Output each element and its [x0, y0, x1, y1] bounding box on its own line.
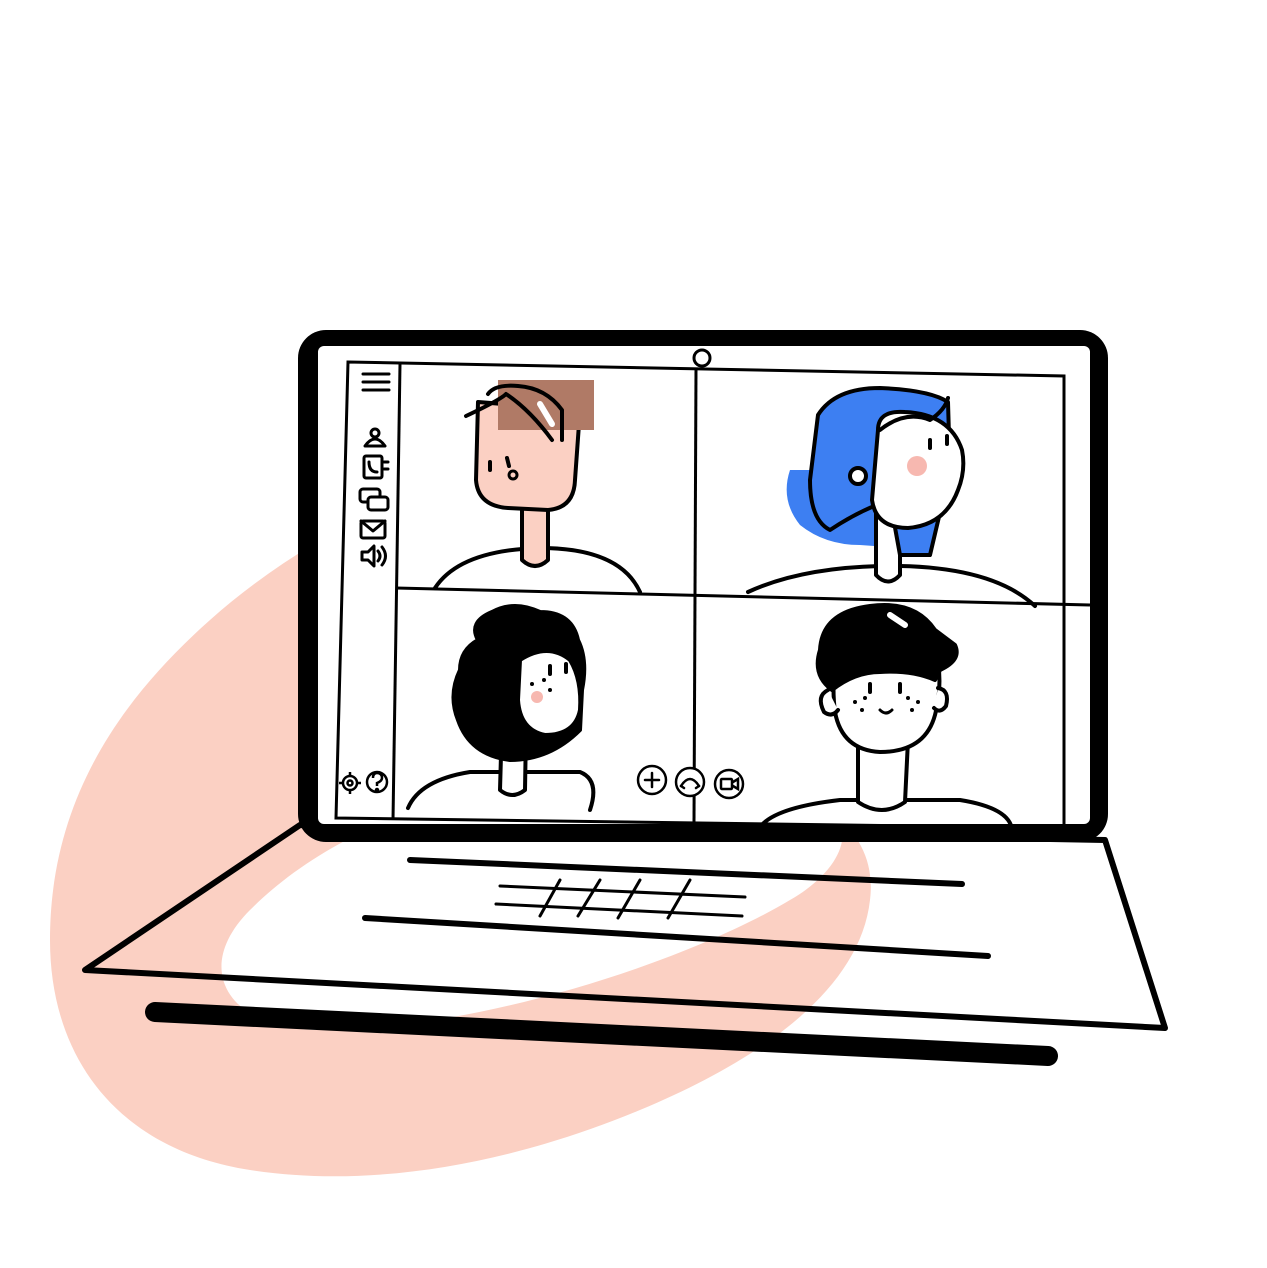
webcam-icon: [692, 348, 712, 368]
speaker-line-bottom: [362, 915, 991, 959]
laptop-video-call-illustration: [50, 330, 1168, 1177]
trackpad-grid: [494, 878, 747, 920]
call-controls: [636, 764, 745, 800]
add-icon[interactable]: [636, 764, 668, 796]
hang-up-icon[interactable]: [674, 766, 706, 798]
camera-icon[interactable]: [713, 768, 745, 800]
laptop-screen: [318, 346, 1090, 824]
speaker-line-top: [407, 857, 965, 887]
